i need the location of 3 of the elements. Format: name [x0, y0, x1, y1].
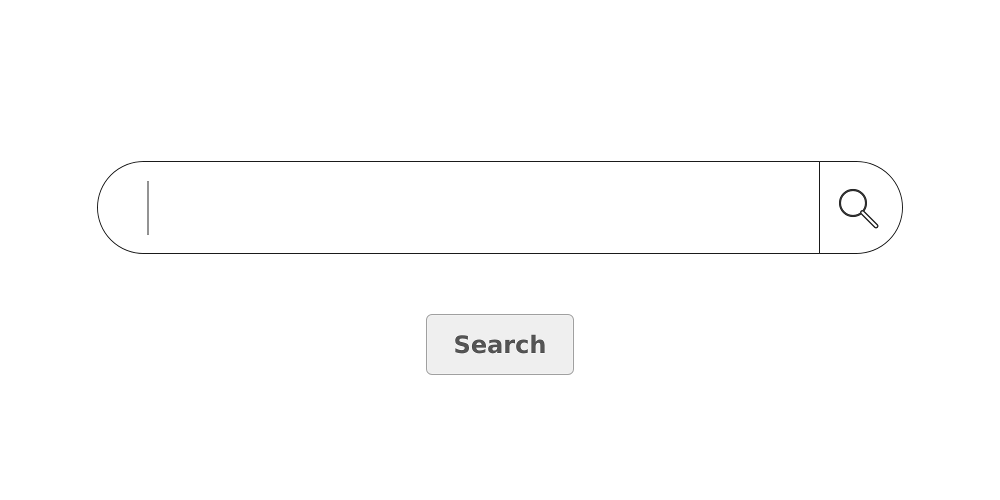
search-button[interactable]: Search [426, 314, 574, 375]
text-cursor [147, 180, 148, 234]
search-field[interactable] [97, 161, 903, 254]
